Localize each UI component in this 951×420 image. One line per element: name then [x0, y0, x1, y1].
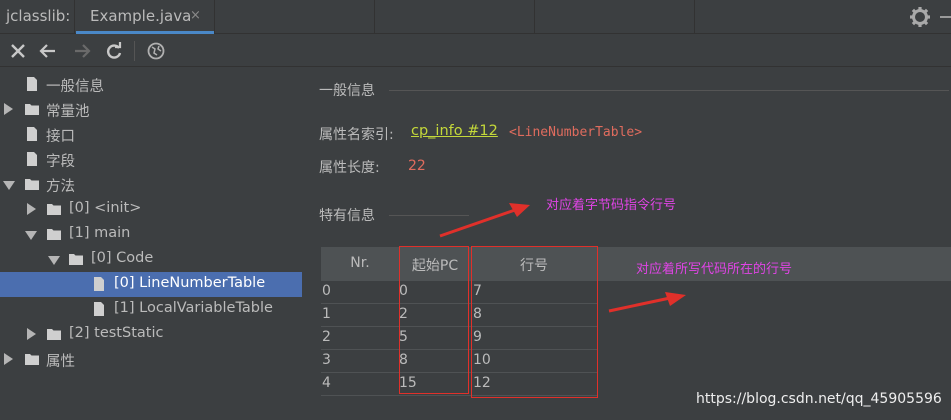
folder-icon [25, 354, 39, 365]
folder-icon [25, 179, 39, 190]
tree-item-methods[interactable]: 方法 [0, 172, 305, 197]
tree-item-fields[interactable]: 字段 [0, 147, 305, 172]
file-icon [94, 302, 104, 316]
browser-icon[interactable] [146, 41, 166, 61]
editor-tab-bar: jclasslib: Example.java × [0, 0, 951, 34]
file-icon [27, 152, 37, 166]
section-divider [389, 215, 469, 216]
tree-item-label: 字段 [46, 154, 75, 170]
tree-item-method-teststatic[interactable]: [2] testStatic [0, 322, 305, 347]
tool-window-title: jclasslib: [6, 7, 71, 25]
tree-item-label: [0] <init> [69, 200, 142, 216]
cell-nr: 0 [322, 283, 331, 299]
folder-icon [47, 204, 61, 215]
tree-item-label: [1] main [69, 225, 131, 241]
tab-divider [374, 0, 375, 34]
tree-item-local-variable-table[interactable]: [1] LocalVariableTable [0, 297, 305, 322]
tab-example-java[interactable]: Example.java × [76, 0, 214, 34]
minimize-icon[interactable] [940, 16, 951, 18]
watermark-text: https://blog.csdn.net/qq_45905596 [696, 391, 942, 407]
tree-item-attributes[interactable]: 属性 [0, 347, 305, 372]
folder-icon [47, 229, 61, 240]
tab-divider [214, 0, 215, 34]
gear-icon[interactable] [908, 5, 932, 29]
highlight-box-start-pc [399, 246, 469, 394]
attribute-length-value: 22 [408, 158, 426, 174]
tab-divider [694, 0, 695, 34]
collapse-arrow-icon[interactable] [25, 231, 37, 240]
refresh-icon[interactable] [104, 41, 124, 61]
cell-nr: 3 [322, 352, 331, 368]
toolbar-separator [134, 41, 135, 61]
cell-nr: 4 [322, 375, 331, 391]
folder-icon [69, 254, 83, 265]
tree-item-label: [0] Code [91, 250, 154, 266]
file-icon [27, 127, 37, 141]
tree-item-constant-pool[interactable]: 常量池 [0, 97, 305, 122]
cp-info-link[interactable]: cp_info #12 [411, 123, 498, 139]
expand-arrow-icon[interactable] [4, 103, 13, 115]
name-index-label: 属性名索引: [319, 127, 394, 143]
expand-arrow-icon[interactable] [27, 328, 36, 340]
tree-item-label: 常量池 [46, 104, 90, 120]
section-divider [389, 90, 949, 91]
cell-nr: 1 [322, 306, 331, 322]
close-icon[interactable] [8, 41, 28, 61]
tree-item-method-main[interactable]: [1] main [0, 222, 305, 247]
highlight-box-line-number [471, 246, 598, 398]
tree-item-label: [0] LineNumberTable [114, 275, 266, 291]
tree-item-interfaces[interactable]: 接口 [0, 122, 305, 147]
tree-item-label: 方法 [46, 179, 75, 195]
expand-arrow-icon[interactable] [27, 203, 36, 215]
annotation-source-line: 对应着所写代码所在的行号 [636, 262, 793, 277]
tree-item-label: 属性 [46, 354, 75, 370]
file-icon [94, 277, 104, 291]
tree-item-line-number-table[interactable]: [0] LineNumberTable [0, 272, 302, 297]
general-info-heading: 一般信息 [319, 83, 375, 99]
expand-arrow-icon[interactable] [4, 353, 13, 365]
toolbar [0, 35, 951, 67]
collapse-arrow-icon[interactable] [48, 256, 60, 265]
annotation-bytecode-line: 对应着字节码指令行号 [546, 198, 677, 213]
collapse-arrow-icon[interactable] [3, 181, 15, 190]
attribute-name-value: <LineNumberTable> [509, 125, 643, 140]
class-structure-tree: 一般信息 常量池 接口 字段 方法 [0] <init> [1] main [0… [0, 68, 305, 420]
back-arrow-icon[interactable] [38, 41, 58, 61]
close-tab-icon[interactable]: × [190, 8, 201, 23]
tab-label: Example.java [90, 7, 192, 25]
tab-divider [74, 0, 75, 34]
tree-item-method-init[interactable]: [0] <init> [0, 197, 305, 222]
column-header-nr[interactable]: Nr. [321, 255, 399, 271]
folder-icon [25, 104, 39, 115]
attribute-length-label: 属性长度: [319, 160, 380, 176]
tree-item-label: 一般信息 [46, 79, 104, 95]
specific-info-heading: 特有信息 [319, 208, 375, 224]
tree-item-label: [1] LocalVariableTable [114, 300, 273, 316]
tab-divider [534, 0, 535, 34]
folder-icon [47, 329, 61, 340]
forward-arrow-icon[interactable] [72, 41, 92, 61]
cell-nr: 2 [322, 329, 331, 345]
tree-item-general-info[interactable]: 一般信息 [0, 72, 305, 97]
tree-item-label: 接口 [46, 129, 75, 145]
tree-item-code[interactable]: [0] Code [0, 247, 305, 272]
tree-item-label: [2] testStatic [69, 325, 164, 341]
file-icon [27, 77, 37, 91]
